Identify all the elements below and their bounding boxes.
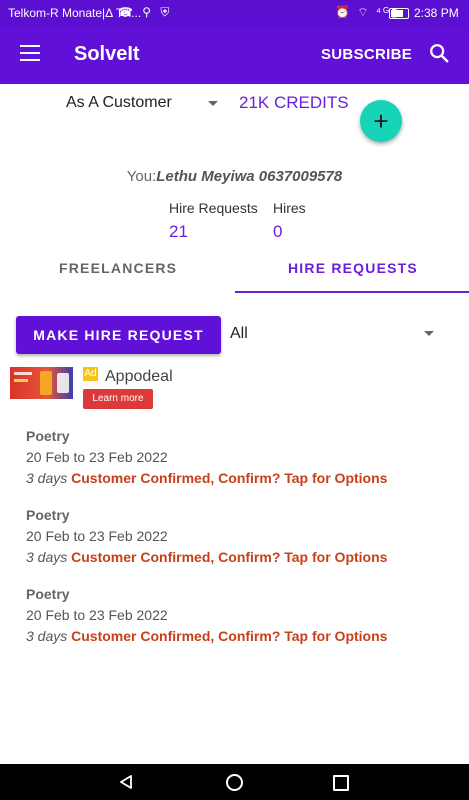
chevron-down-icon[interactable] [424,331,434,336]
request-status[interactable]: Customer Confirmed, Confirm? Tap for Opt… [71,470,387,486]
hire-request-item[interactable]: Poetry 20 Feb to 23 Feb 2022 3 days Cust… [26,586,387,644]
user-name: Lethu Meyiwa 0637009578 [156,168,343,185]
request-dates: 20 Feb to 23 Feb 2022 [26,449,168,465]
you-prefix: You: [126,168,157,185]
subscribe-button[interactable]: SUBSCRIBE [321,46,412,63]
ad-advertiser-name[interactable]: Appodeal [105,368,173,386]
role-dropdown[interactable]: As A Customer [66,94,172,112]
tab-freelancers[interactable]: FREELANCERS [59,260,177,276]
request-duration: 3 days [26,549,68,565]
add-credits-button[interactable]: + [360,100,402,142]
system-navigation-bar [0,764,469,800]
request-duration: 3 days [26,470,68,486]
make-hire-request-button[interactable]: MAKE HIRE REQUEST [16,316,221,354]
home-icon[interactable] [226,774,243,791]
hire-request-item[interactable]: Poetry 20 Feb to 23 Feb 2022 3 days Cust… [26,507,387,565]
request-status[interactable]: Customer Confirmed, Confirm? Tap for Opt… [71,549,387,565]
request-title: Poetry [26,586,70,602]
filter-dropdown[interactable]: All [230,325,248,343]
back-icon[interactable] [118,774,134,790]
hamburger-menu-icon[interactable] [20,45,40,61]
hires-count: 0 [273,222,283,241]
request-dates: 20 Feb to 23 Feb 2022 [26,607,168,623]
request-title: Poetry [26,507,70,523]
credits-label: 21K CREDITS [239,93,349,112]
ad-badge: Ad [83,367,98,381]
recent-apps-icon[interactable] [333,775,349,791]
user-info: You:Lethu Meyiwa 0637009578 [0,168,469,185]
tab-hire-requests[interactable]: HIRE REQUESTS [288,260,418,276]
request-dates: 20 Feb to 23 Feb 2022 [26,528,168,544]
request-status[interactable]: Customer Confirmed, Confirm? Tap for Opt… [71,628,387,644]
status-bar: Telkom-R Monate|Δ Tel... ☎ ⚲ ⛨ ⏰ ⌔ ⁴ᴳ▮ 2… [0,0,469,26]
hire-requests-count: 21 [169,222,188,241]
app-bar: SolveIt SUBSCRIBE [0,26,469,84]
battery-icon [389,8,409,19]
hire-request-item[interactable]: Poetry 20 Feb to 23 Feb 2022 3 days Cust… [26,428,387,486]
hire-requests-label: Hire Requests [169,200,258,216]
ad-learn-more-button[interactable]: Learn more [83,389,153,409]
app-title: SolveIt [74,43,140,65]
request-duration: 3 days [26,628,68,644]
hires-label: Hires [273,200,306,216]
request-title: Poetry [26,428,70,444]
clock: 2:38 PM [414,6,459,20]
chevron-down-icon[interactable] [208,101,218,106]
notification-icons: ☎ ⚲ ⛨ [118,5,173,19]
ad-banner-image[interactable] [10,367,73,399]
search-icon[interactable] [428,42,450,64]
active-tab-indicator [235,291,469,293]
